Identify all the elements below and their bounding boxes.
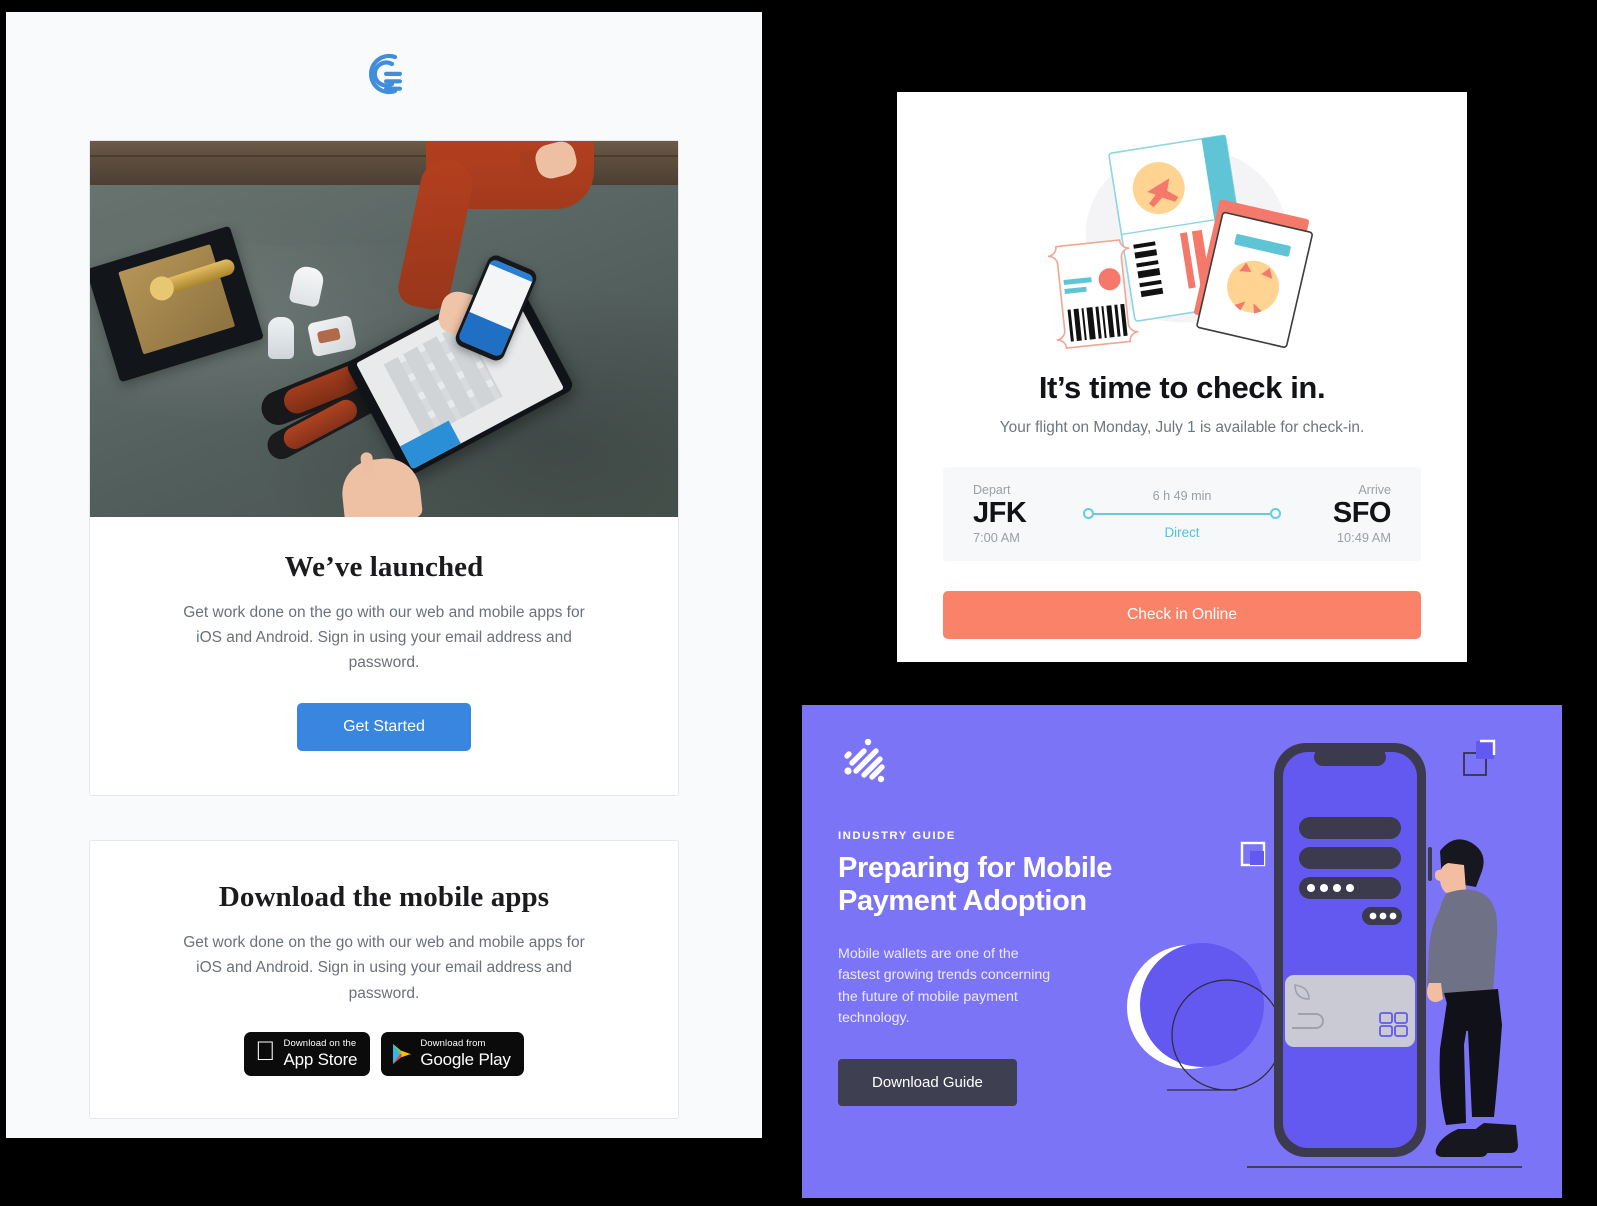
industry-guide-card: INDUSTRY GUIDE Preparing for Mobile Paym… (802, 705, 1562, 1198)
checkin-title: It’s time to check in. (1038, 370, 1326, 405)
depart-time: 7:00 AM (973, 530, 1020, 546)
google-play-badge[interactable]: Download from Google Play (381, 1031, 524, 1076)
mobile-apps-heading: Download the mobile apps (218, 881, 550, 914)
apple-icon:  (255, 1038, 275, 1065)
guide-text-column: INDUSTRY GUIDE Preparing for Mobile Paym… (838, 733, 1138, 1107)
app-store-badge-small: Download on the (273, 1037, 357, 1049)
hero-photo (90, 141, 678, 517)
google-play-badge-large: Google Play (410, 1050, 511, 1070)
origin-dot-icon (1083, 508, 1094, 520)
destination-dot-icon (1270, 508, 1281, 520)
check-in-online-button[interactable]: Check in Online (943, 591, 1421, 640)
launch-card: We’ve launched Get work done on the go w… (89, 140, 679, 797)
flight-stops: Direct (1164, 524, 1200, 540)
email-logo-header (6, 12, 762, 140)
guide-eyebrow: INDUSTRY GUIDE (838, 830, 956, 842)
store-badge-row:  Download on the App Store (134, 1031, 634, 1076)
mobile-apps-body-text: Get work done on the go with our web and… (183, 934, 585, 1002)
app-store-badge[interactable]:  Download on the App Store (244, 1031, 371, 1076)
person-with-phone-and-card-illustration (1127, 739, 1522, 1168)
boarding-pass-illustration (943, 128, 1421, 368)
launch-card-body: We’ve launched Get work done on the go w… (90, 517, 678, 795)
arrive-time: 10:49 AM (1336, 530, 1391, 546)
app-store-badge-large: App Store (273, 1050, 358, 1070)
screenshot-stage: We’ve launched Get work done on the go w… (0, 0, 1597, 1206)
flight-path: 6 h 49 min Direct (1081, 489, 1283, 540)
arrive-block: Arrive SFO 10:49 AM (1295, 483, 1392, 546)
download-guide-button[interactable]: Download Guide (838, 1059, 1017, 1107)
launch-heading: We’ve launched (284, 551, 484, 583)
depart-block: Depart JFK 7:00 AM (973, 483, 1069, 545)
checkin-subtitle: Your flight on Monday, July 1 is availab… (999, 419, 1365, 436)
depart-airport-code: JFK (973, 497, 1027, 529)
mobile-apps-card: Download the mobile apps Get work done o… (89, 840, 679, 1119)
depart-label: Depart (973, 483, 1011, 497)
get-started-button[interactable]: Get Started (297, 703, 471, 752)
guide-title: Preparing for Mobile Payment Adoption (838, 852, 1112, 918)
flight-path-line (1083, 508, 1281, 520)
striped-circle-logo-icon (838, 738, 890, 789)
arrive-airport-code: SFO (1332, 497, 1392, 529)
flight-summary-strip: Depart JFK 7:00 AM 6 h 49 min Direct Arr… (943, 467, 1421, 562)
launch-body-text: Get work done on the go with our web and… (183, 604, 585, 672)
photo-cup-two (268, 317, 294, 359)
google-play-icon (392, 1043, 412, 1065)
path-segment (1094, 512, 1270, 515)
flight-duration: 6 h 49 min (1152, 488, 1212, 503)
email-preview-panel: We’ve launched Get work done on the go w… (6, 12, 762, 1138)
checkin-email-card: It’s time to check in. Your flight on Mo… (897, 92, 1467, 662)
company-logo-icon (355, 45, 413, 108)
google-play-badge-small: Download from (410, 1037, 485, 1049)
arrive-label: Arrive (1358, 483, 1391, 497)
guide-description: Mobile wallets are one of the fastest gr… (838, 946, 1051, 1026)
mobile-apps-card-body: Download the mobile apps Get work done o… (90, 841, 678, 1117)
